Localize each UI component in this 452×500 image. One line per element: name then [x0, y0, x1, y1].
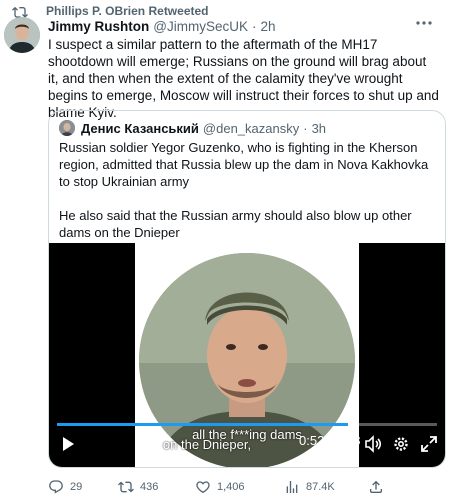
quote-header: Денис Казанський @den_kazansky · 3h [59, 119, 326, 137]
quote-paragraph-1: Russian soldier Yegor Guzenko, who is fi… [59, 140, 429, 189]
fullscreen-icon[interactable] [420, 435, 438, 453]
reply-button[interactable]: 29 [48, 478, 82, 496]
reply-count: 29 [70, 481, 83, 493]
volume-icon[interactable] [364, 435, 382, 453]
avatar[interactable] [4, 17, 40, 53]
header-separator: · [251, 18, 257, 34]
more-options-icon[interactable] [416, 20, 432, 26]
retweet-icon [12, 6, 28, 18]
retweet-count: 436 [140, 481, 159, 493]
reply-icon [49, 480, 63, 494]
settings-gear-icon[interactable] [392, 435, 410, 453]
video-player[interactable]: all the f***ing dams on the Dnieper, 0:5… [49, 243, 445, 467]
quote-author-handle[interactable]: @den_kazansky [203, 121, 299, 136]
heart-icon [196, 481, 210, 494]
tweet-header: Jimmy Rushton @JimmySecUK · 2h [48, 17, 276, 35]
share-icon [370, 480, 382, 493]
quote-avatar[interactable] [59, 120, 75, 136]
retweet-button[interactable]: 436 [118, 478, 158, 496]
avatar-image [4, 17, 40, 53]
tweet-text: I suspect a similar pattern to the after… [48, 37, 439, 120]
like-button[interactable]: 1,406 [195, 478, 245, 496]
retweet-label: Phillips P. OBrien Retweeted [46, 4, 209, 18]
video-controls: on the Dnieper, 0:52 / 1:08 [49, 431, 445, 461]
retweet-icon [118, 481, 134, 493]
share-button[interactable] [368, 478, 390, 496]
views-count: 87.4K [306, 481, 335, 493]
video-progress-bar[interactable] [57, 423, 437, 426]
video-progress-fill [57, 423, 348, 426]
quote-paragraph-2: He also said that the Russian army shoul… [59, 208, 412, 240]
views-chart-icon [286, 481, 298, 493]
like-count: 1,406 [217, 481, 245, 493]
quote-avatar-image [59, 120, 75, 136]
quote-separator: · [303, 120, 308, 136]
views-button[interactable]: 87.4K [284, 478, 335, 496]
author-name[interactable]: Jimmy Rushton [48, 19, 149, 34]
tweet-time[interactable]: 2h [260, 19, 275, 34]
quoted-tweet[interactable]: Денис Казанський @den_kazansky · 3h Russ… [48, 110, 446, 468]
tweet-actions: 29 436 1,406 87.4K [48, 478, 440, 496]
quote-text: Russian soldier Yegor Guzenko, who is fi… [59, 139, 431, 241]
quote-time[interactable]: 3h [312, 121, 326, 136]
video-time: 0:52 / 1:08 [299, 433, 361, 448]
author-handle[interactable]: @JimmySecUK [153, 19, 248, 34]
quote-author-name[interactable]: Денис Казанський [81, 121, 199, 136]
